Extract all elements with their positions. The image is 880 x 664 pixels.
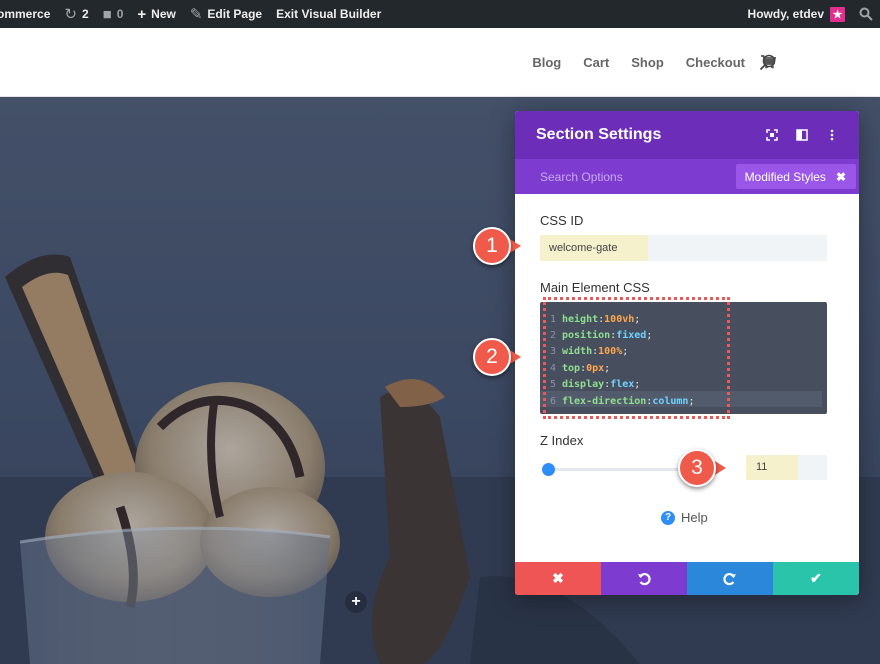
avatar: ★ [830, 6, 845, 22]
css-value: fixed [616, 330, 647, 342]
howdy-label: Howdy, etdev [747, 7, 824, 21]
modified-styles-label: Modified Styles [744, 169, 826, 184]
css-id-field[interactable]: welcome-gate [540, 235, 827, 261]
redo-button[interactable] [687, 562, 773, 595]
close-icon[interactable]: ✖ [836, 170, 846, 184]
refresh-icon: ↻ [64, 6, 77, 23]
callout-1: 1 [473, 227, 521, 269]
css-id-value: welcome-gate [540, 235, 648, 261]
close-icon: ✖ [552, 570, 564, 586]
admin-bar-comments[interactable]: ■ 0 [96, 0, 131, 28]
line-number: 5 [550, 379, 557, 391]
admin-bar: ommerce ↻ 2 ■ 0 + New ✎ Edit Page Exit V… [0, 0, 880, 28]
admin-bar-search[interactable] [852, 0, 880, 28]
line-number: 4 [550, 362, 557, 374]
nav-shop[interactable]: Shop [620, 55, 675, 70]
css-value: column [652, 395, 689, 407]
css-semicolon: ; [688, 395, 695, 407]
redo-icon [723, 572, 736, 585]
main-element-css-label: Main Element CSS [540, 280, 650, 295]
css-property: top [562, 362, 581, 374]
undo-icon [638, 572, 651, 585]
css-value: 0px [586, 362, 605, 374]
line-number: 6 [550, 395, 557, 407]
css-semicolon: ; [646, 330, 653, 342]
site-header: Blog Cart Shop Checkout [0, 28, 880, 97]
split-view-icon[interactable] [796, 129, 808, 141]
more-options-icon[interactable] [826, 129, 838, 141]
z-index-value: 11 [746, 455, 798, 480]
z-index-slider-track[interactable] [548, 468, 698, 471]
modified-styles-filter[interactable]: Modified Styles ✖ [735, 164, 856, 189]
admin-bar-account[interactable]: Howdy, etdev ★ [741, 0, 852, 28]
plus-icon: + [137, 5, 147, 23]
save-button[interactable]: ✔ [773, 562, 859, 595]
line-number: 1 [550, 313, 557, 325]
modal-title: Section Settings [536, 126, 662, 143]
modal-body: CSS ID welcome-gate Main Element CSS 1 he… [515, 194, 859, 562]
search-icon [859, 7, 873, 21]
css-property: height [562, 313, 599, 325]
nav-checkout[interactable]: Checkout [675, 55, 756, 70]
help-icon: ? [661, 510, 675, 525]
callout-3: 3 [678, 449, 726, 491]
code-line: 2 position: fixed; [550, 327, 827, 343]
nav-blog[interactable]: Blog [521, 55, 572, 70]
css-semicolon: ; [634, 313, 641, 325]
code-line: 3 width: 100%; [550, 344, 827, 360]
section-settings-modal: Section Settings Search Options Modified… [515, 111, 859, 595]
css-property: position [562, 330, 611, 342]
z-index-slider-handle[interactable] [542, 463, 555, 476]
help-link[interactable]: ? Help [661, 510, 708, 525]
updates-count: 2 [81, 7, 89, 21]
modal-header: Section Settings [515, 111, 859, 159]
z-index-input[interactable]: 11 [746, 455, 827, 480]
css-id-label: CSS ID [540, 213, 584, 228]
callout-2: 2 [473, 338, 521, 380]
fullscreen-icon[interactable] [766, 129, 778, 141]
code-line: 4 top: 0px; [550, 360, 827, 376]
callout-number: 3 [678, 449, 716, 487]
css-value: flex [610, 379, 635, 391]
callout-number: 2 [473, 338, 511, 376]
cancel-button[interactable]: ✖ [515, 562, 601, 595]
css-property: flex-direction [562, 395, 647, 407]
code-lines: 1 height: 100vh; 2 position: fixed; 3 width: 1… [550, 311, 827, 409]
main-element-css-editor[interactable]: 1 height: 100vh; 2 position: fixed; 3 width: 1… [540, 297, 827, 419]
admin-bar-edit-page[interactable]: ✎ Edit Page [183, 0, 269, 28]
css-semicolon: ; [604, 362, 611, 374]
css-value: 100vh [604, 313, 635, 325]
admin-bar-exit-builder[interactable]: Exit Visual Builder [269, 0, 388, 28]
css-semicolon: ; [622, 346, 629, 358]
pencil-icon: ✎ [189, 6, 203, 23]
callout-number: 1 [473, 227, 511, 265]
z-index-label: Z Index [540, 433, 584, 448]
line-number: 2 [550, 330, 557, 342]
code-line: 5 display: flex; [550, 377, 827, 393]
edit-page-label: Edit Page [207, 7, 263, 21]
code-line: 1 height: 100vh; [550, 311, 827, 327]
comments-count: 0 [116, 7, 124, 21]
help-label: Help [681, 510, 708, 525]
admin-bar-new[interactable]: + New [130, 0, 182, 28]
modal-footer: ✖ ✔ [515, 562, 859, 595]
new-label: New [151, 7, 176, 21]
modal-filter-bar: Search Options Modified Styles ✖ [515, 159, 859, 194]
search-options-input[interactable]: Search Options [540, 170, 623, 184]
line-number: 3 [550, 346, 557, 358]
css-property: display [562, 379, 605, 391]
add-row-button[interactable]: + [345, 591, 367, 613]
comment-icon: ■ [102, 5, 112, 23]
css-semicolon: ; [634, 379, 641, 391]
search-icon[interactable] [758, 53, 778, 73]
checkmark-icon: ✔ [810, 570, 822, 586]
code-line: 6 flex-direction: column; [550, 393, 827, 409]
css-property: width [562, 346, 593, 358]
admin-bar-updates[interactable]: ↻ 2 [57, 0, 95, 28]
main-nav: Blog Cart Shop Checkout [521, 28, 776, 96]
undo-button[interactable] [601, 562, 687, 595]
nav-cart[interactable]: Cart [572, 55, 620, 70]
admin-bar-site-link[interactable]: ommerce [0, 0, 57, 28]
css-value: 100% [598, 346, 623, 358]
